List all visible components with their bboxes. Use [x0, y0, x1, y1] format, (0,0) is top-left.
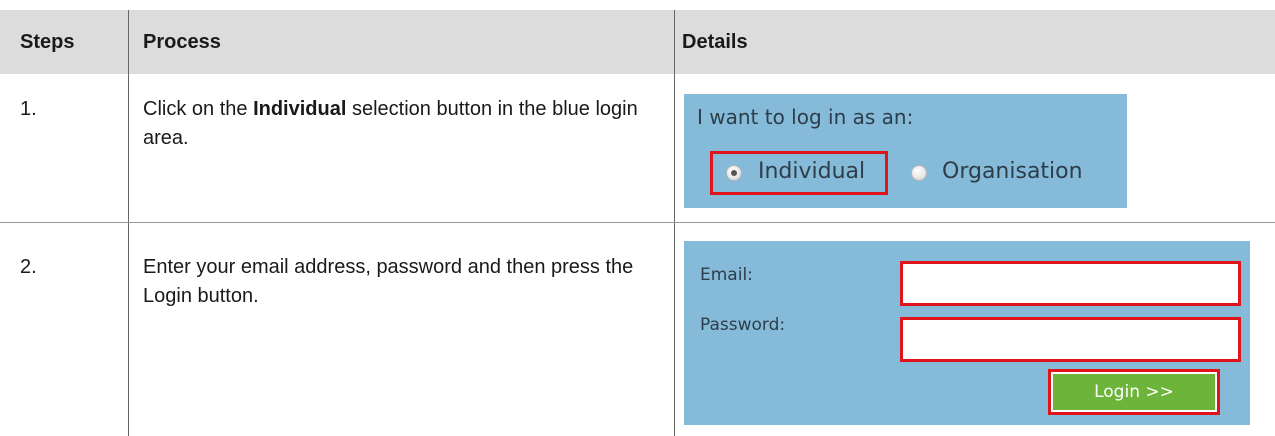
row-2-step: 2.: [20, 256, 37, 278]
header-details: Details: [682, 31, 748, 53]
header-steps: Steps: [20, 31, 75, 53]
column-divider-1: [128, 10, 129, 436]
password-field[interactable]: [900, 317, 1241, 362]
row-divider: [0, 222, 1275, 223]
login-highlight: Login >>: [1048, 369, 1220, 415]
table-header: Steps Process Details: [0, 0, 1275, 86]
individual-label[interactable]: Individual: [758, 159, 865, 184]
row-1-process-pre: Click on the: [143, 98, 254, 120]
email-label: Email:: [700, 265, 753, 285]
login-button[interactable]: Login >>: [1053, 374, 1215, 410]
row-1-process-bold: Individual: [253, 98, 347, 120]
row-1-step: 1.: [20, 98, 37, 120]
individual-radio[interactable]: [726, 165, 742, 181]
login-type-panel: I want to log in as an: Individual Organ…: [684, 94, 1127, 208]
organisation-radio[interactable]: [911, 165, 927, 181]
organisation-label[interactable]: Organisation: [942, 159, 1083, 184]
column-divider-2: [674, 10, 675, 436]
password-label: Password:: [700, 315, 786, 335]
header-process: Process: [143, 31, 221, 53]
instructions-table: Steps Process Details 1. Click on the In…: [0, 0, 1275, 436]
email-field[interactable]: [900, 261, 1241, 306]
row-1-process: Click on the Individual selection button…: [143, 95, 663, 153]
login-type-title: I want to log in as an:: [697, 105, 914, 129]
login-form-panel: Email: Password: Login >>: [684, 241, 1250, 425]
row-2-process: Enter your email address, password and t…: [143, 256, 634, 307]
